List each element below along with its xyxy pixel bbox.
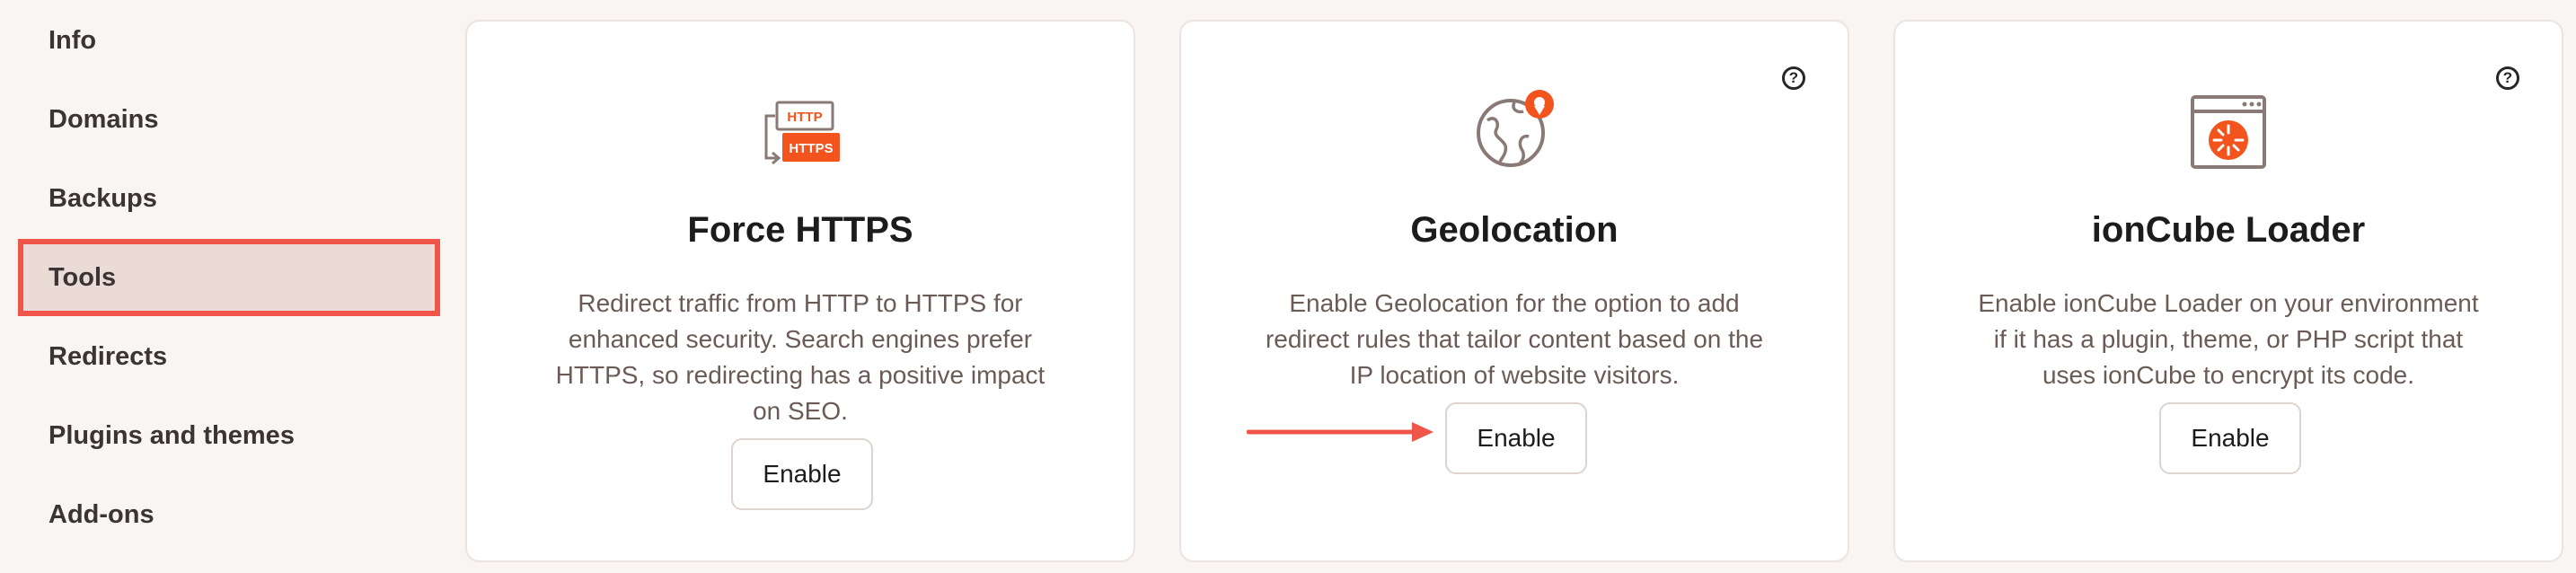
sidebar-item-add-ons[interactable]: Add-ons <box>18 476 440 553</box>
description-line: uses ionCube to encrypt its code. <box>2042 361 2414 389</box>
sidebar-item-domains[interactable]: Domains <box>18 81 440 158</box>
sidebar-item-info[interactable]: Info <box>18 2 440 79</box>
sidebar-item-redirects[interactable]: Redirects <box>18 318 440 395</box>
red-arrow-icon <box>1247 422 1434 442</box>
card-title: ionCube Loader <box>2091 210 2366 250</box>
description-line: Redirect traffic from HTTP to HTTPS for <box>578 289 1023 317</box>
browser-loader-icon <box>2191 95 2266 169</box>
help-icon[interactable]: ? <box>2496 66 2519 90</box>
description-line: Enable ionCube Loader on your environmen… <box>1978 289 2479 317</box>
http-to-https-icon: HTTP HTTPS <box>764 101 840 165</box>
description-line: Enable Geolocation for the option to add <box>1289 289 1740 317</box>
card-title: Force HTTPS <box>687 210 913 250</box>
sidebar-item-plugins-and-themes[interactable]: Plugins and themes <box>18 397 440 474</box>
sidebar-item-backups[interactable]: Backups <box>18 160 440 237</box>
svg-text:HTTP: HTTP <box>787 110 822 125</box>
description-line: redirect rules that tailor content based… <box>1265 325 1764 353</box>
card-title: Geolocation <box>1410 210 1619 250</box>
enable-ioncube-loader-button[interactable]: Enable <box>2159 402 2301 474</box>
card-description: Enable Geolocation for the option to add… <box>1235 286 1794 393</box>
description-line: if it has a plugin, theme, or PHP script… <box>1993 325 2464 353</box>
help-icon[interactable]: ? <box>1782 66 1805 90</box>
geolocation-card: ? Geolocation Enable Geolocation for the… <box>1179 20 1849 562</box>
svg-text:HTTPS: HTTPS <box>789 141 833 156</box>
description-line: on SEO. <box>753 397 848 425</box>
description-line: IP location of website visitors. <box>1349 361 1680 389</box>
enable-force-https-button[interactable]: Enable <box>731 438 873 510</box>
card-description: Enable ionCube Loader on your environmen… <box>1949 286 2508 393</box>
description-line: enhanced security. Search engines prefer <box>568 325 1033 353</box>
sidebar-item-tools[interactable]: Tools <box>18 239 440 316</box>
force-https-card: HTTP HTTPS Force HTTPS Redirect traffic … <box>465 20 1135 562</box>
enable-geolocation-button[interactable]: Enable <box>1445 402 1587 474</box>
description-line: HTTPS, so redirecting has a positive imp… <box>555 361 1045 389</box>
card-description: Redirect traffic from HTTP to HTTPS for … <box>521 286 1080 429</box>
sidebar: Info Domains Backups Tools Redirects Plu… <box>0 0 449 573</box>
ioncube-loader-card: ? ionCube Loader Enable ionCube Loader o… <box>1893 20 2563 562</box>
globe-location-icon <box>1477 90 1554 167</box>
